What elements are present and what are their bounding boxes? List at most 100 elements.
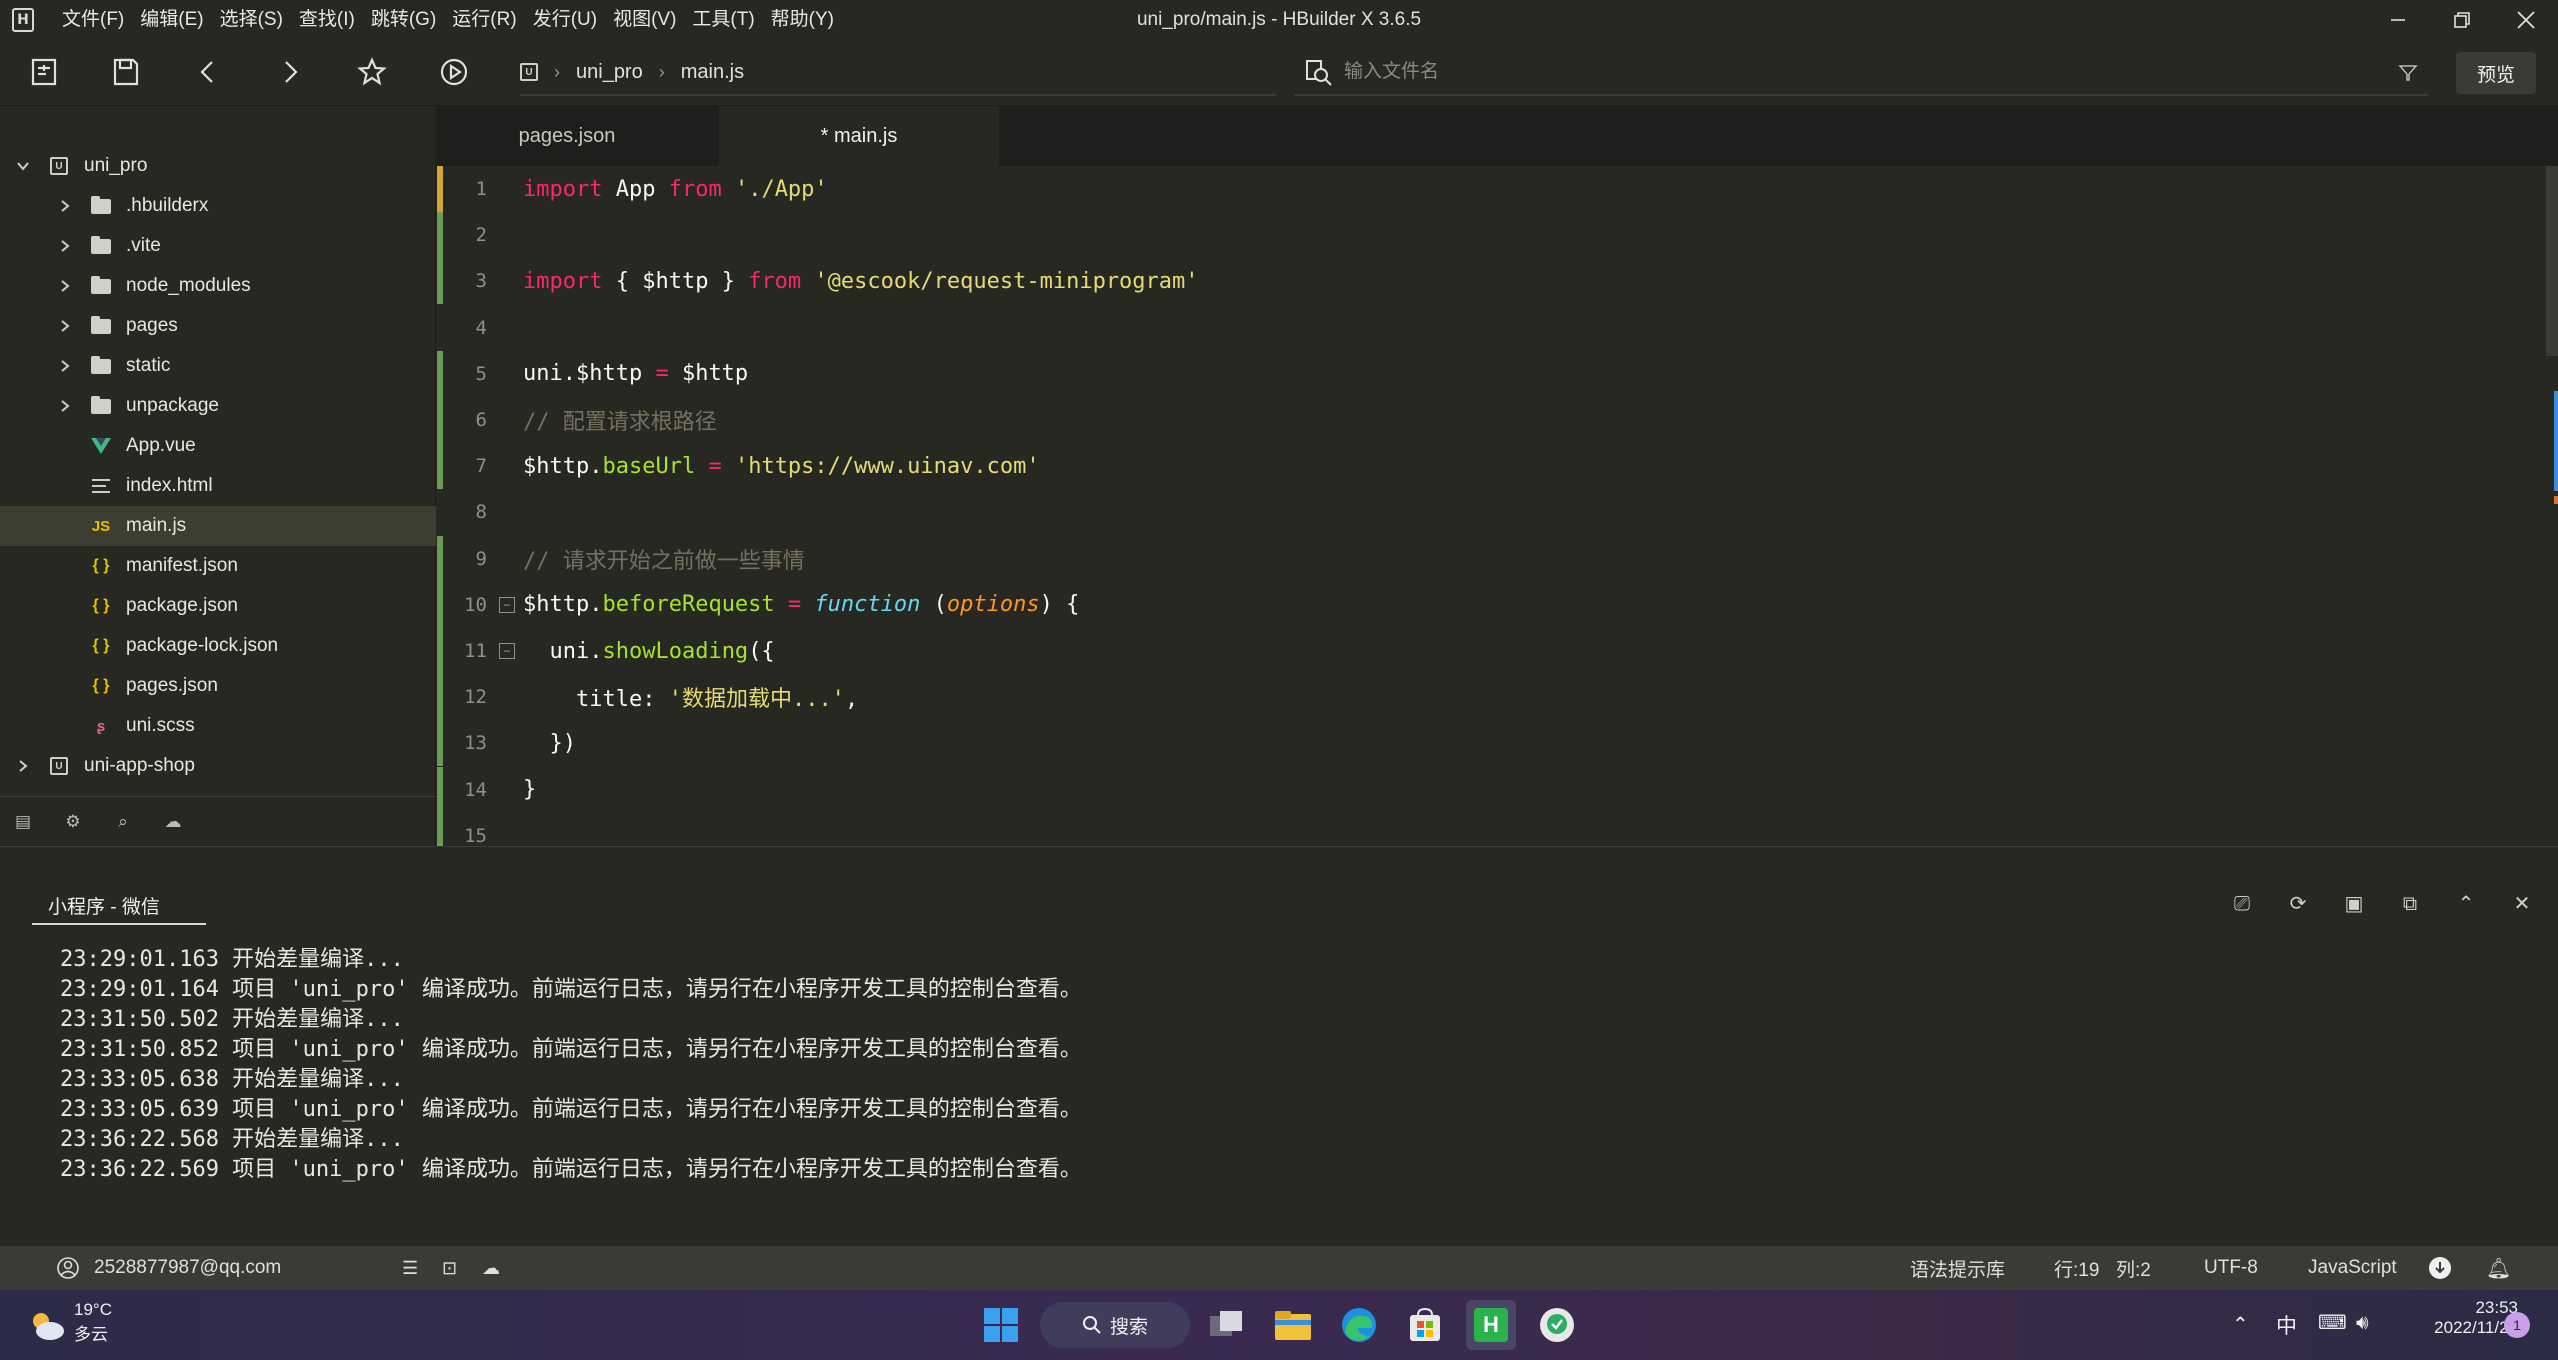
hbuilderx-taskbar-icon[interactable]: H — [1466, 1300, 1516, 1350]
code-line[interactable]: 15 — [437, 812, 2558, 846]
tree-item-vite[interactable]: .vite — [0, 226, 436, 266]
chevron-right-icon[interactable] — [58, 359, 72, 373]
tree-item-uni-scss[interactable]: ʂ uni.scss — [0, 706, 436, 746]
code-line[interactable]: 5 uni.$http = $http — [437, 350, 2558, 397]
code-editor[interactable]: 1 import App from './App' 2 3 import { $http… — [437, 166, 2558, 846]
tree-item-pages[interactable]: pages — [0, 306, 436, 346]
code-line[interactable]: 4 — [437, 305, 2558, 351]
filter-icon[interactable] — [2398, 63, 2418, 83]
back-button[interactable] — [190, 54, 226, 90]
wechat-devtools-icon[interactable] — [1532, 1300, 1582, 1350]
tree-item-static[interactable]: static — [0, 346, 436, 386]
clock[interactable]: 23:53 2022/11/21 — [2398, 1298, 2518, 1338]
file-search-input[interactable] — [1344, 61, 2244, 83]
chevron-right-icon[interactable] — [16, 759, 30, 773]
tree-item-unpackage[interactable]: unpackage — [0, 386, 436, 426]
tab-pages-json[interactable]: pages.json — [437, 106, 697, 166]
menu-item[interactable]: 视图(V) — [605, 0, 684, 40]
menu-item[interactable]: 帮助(Y) — [763, 0, 842, 40]
volume-icon[interactable]: 🔊︎ — [2356, 1310, 2369, 1334]
editor-scrollbar[interactable] — [2546, 166, 2558, 846]
menu-item[interactable]: 编辑(E) — [132, 0, 211, 40]
code-line[interactable]: 10− $http.beforeRequest = function (optio… — [437, 581, 2558, 628]
account-area[interactable]: 2528877987@qq.com — [56, 1246, 281, 1290]
edge-browser-icon[interactable] — [1334, 1300, 1384, 1350]
restart-icon[interactable]: ⟳ — [2282, 887, 2314, 919]
cloud-icon[interactable]: ☁ — [160, 809, 186, 835]
start-button[interactable] — [976, 1300, 1026, 1350]
project-uni-pro[interactable]: Uuni_pro — [0, 146, 436, 186]
fold-toggle-icon[interactable]: − — [499, 643, 515, 659]
chevron-right-icon[interactable] — [58, 399, 72, 413]
project-manager-icon[interactable]: ▤ — [10, 809, 36, 835]
breadcrumb-project[interactable]: uni_pro — [576, 61, 643, 84]
network-icon[interactable]: ⌨ — [2318, 1310, 2347, 1334]
tree-item-package-json[interactable]: { } package.json — [0, 586, 436, 626]
preview-button[interactable]: 预览 — [2456, 52, 2536, 94]
run-button[interactable] — [436, 54, 472, 90]
code-line[interactable]: 1 import App from './App' — [437, 166, 2558, 212]
console-tab-weixin[interactable]: 小程序 - 微信 — [32, 887, 206, 925]
code-line[interactable]: 2 — [437, 212, 2558, 259]
chevron-right-icon[interactable] — [58, 279, 72, 293]
ms-store-icon[interactable] — [1400, 1300, 1450, 1350]
breadcrumb-file[interactable]: main.js — [681, 61, 744, 84]
tree-item-main-js[interactable]: JS main.js — [0, 506, 436, 546]
code-line[interactable]: 6 // 配置请求根路径 — [437, 397, 2558, 443]
chevron-right-icon[interactable] — [58, 239, 72, 253]
weather-icon[interactable] — [24, 1302, 70, 1348]
menu-item[interactable]: 运行(R) — [444, 0, 524, 40]
menu-item[interactable]: 发行(U) — [525, 0, 605, 40]
fold-toggle-icon[interactable]: − — [499, 596, 515, 613]
code-line[interactable]: 11− uni.showLoading({ — [437, 628, 2558, 674]
code-line[interactable]: 7 $http.baseUrl = 'https://www.uinav.com' — [437, 443, 2558, 490]
clear-console-icon[interactable]: ⎚ — [2226, 887, 2258, 919]
chevron-up-icon[interactable]: ⌃ — [2450, 887, 2482, 919]
chevron-down-icon[interactable] — [16, 159, 30, 173]
file-explorer-icon[interactable] — [1268, 1300, 1318, 1350]
plugin-icon[interactable]: ⚙ — [60, 809, 86, 835]
search-files-icon[interactable]: ⌕ — [110, 809, 136, 835]
tree-item-app-vue[interactable]: App.vue — [0, 426, 436, 466]
tree-item-node-modules[interactable]: node_modules — [0, 266, 436, 306]
stop-icon[interactable]: ▣ — [2338, 887, 2370, 919]
code-line[interactable]: 9 // 请求开始之前做一些事情 — [437, 535, 2558, 582]
tree-item-package-lock-json[interactable]: { } package-lock.json — [0, 626, 436, 666]
code-line[interactable]: 3 import { $http } from '@escook/request-… — [437, 258, 2558, 305]
download-icon[interactable] — [2428, 1246, 2452, 1290]
code-line[interactable]: 14} — [437, 766, 2558, 813]
close-button[interactable] — [2496, 0, 2556, 40]
chevron-right-icon[interactable] — [58, 199, 72, 213]
bell-icon[interactable]: 🔔︎ — [2486, 1246, 2511, 1290]
task-view-icon[interactable] — [1202, 1300, 1252, 1350]
encoding[interactable]: UTF-8 — [2204, 1246, 2258, 1290]
minimize-button[interactable] — [2368, 0, 2428, 40]
syntax-hint[interactable]: 语法提示库 — [1910, 1246, 2005, 1290]
open-devtools-icon[interactable]: ⧉ — [2394, 887, 2426, 919]
language-mode[interactable]: JavaScript — [2308, 1246, 2397, 1290]
project-uni-app-shop[interactable]: Uuni-app-shop — [0, 746, 436, 786]
forward-button[interactable] — [272, 54, 308, 90]
taskbar-search[interactable]: 搜索 — [1040, 1302, 1190, 1348]
menu-item[interactable]: 跳转(G) — [363, 0, 444, 40]
close-console-icon[interactable]: ✕ — [2506, 887, 2538, 919]
ime-indicator[interactable]: 中 — [2276, 1310, 2297, 1340]
menu-item[interactable]: 查找(I) — [291, 0, 363, 40]
code-line[interactable]: 8 — [437, 489, 2558, 535]
menu-item[interactable]: 选择(S) — [212, 0, 291, 40]
menu-item[interactable]: 文件(F) — [54, 0, 132, 40]
code-line[interactable]: 13 }) — [437, 720, 2558, 767]
terminal-icon[interactable]: ⊡ — [442, 1246, 457, 1290]
chevron-right-icon[interactable] — [58, 319, 72, 333]
tree-item-index-html[interactable]: index.html — [0, 466, 436, 506]
tree-item-manifest-json[interactable]: { } manifest.json — [0, 546, 436, 586]
menu-item[interactable]: 工具(T) — [684, 0, 762, 40]
restore-button[interactable] — [2432, 0, 2492, 40]
cloud-status-icon[interactable]: ☁ — [482, 1246, 500, 1290]
new-file-button[interactable] — [26, 54, 62, 90]
outline-icon[interactable]: ☰ — [402, 1246, 418, 1290]
tree-item-hbuilderx[interactable]: .hbuilderx — [0, 186, 436, 226]
tree-item-pages-json[interactable]: { } pages.json — [0, 666, 436, 706]
tray-overflow-icon[interactable]: ⌃ — [2232, 1312, 2249, 1336]
bookmark-button[interactable] — [354, 54, 390, 90]
